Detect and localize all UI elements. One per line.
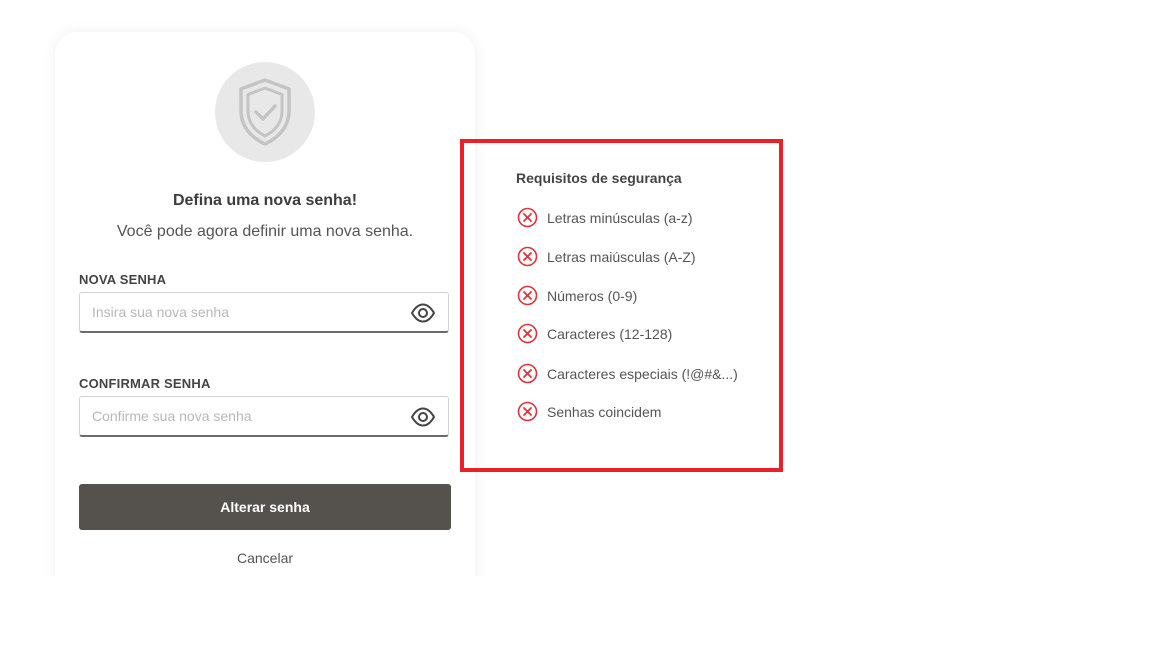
- requirement-label: Caracteres (12-128): [547, 325, 673, 342]
- new-password-field: [79, 292, 449, 333]
- confirm-password-input[interactable]: [92, 397, 392, 435]
- page: Defina uma nova senha! Você pode agora d…: [0, 0, 1152, 648]
- cancel-link[interactable]: Cancelar: [55, 550, 475, 566]
- requirement-item: Números (0-9): [517, 285, 637, 306]
- error-x-icon: [517, 207, 538, 228]
- requirement-item: Letras maiúsculas (A-Z): [517, 246, 696, 267]
- bottom-cutoff: [0, 576, 1152, 648]
- requirement-label: Letras minúsculas (a-z): [547, 209, 693, 226]
- requirement-item: Caracteres especiais (!@#&...): [517, 363, 738, 384]
- error-x-icon: [517, 246, 538, 267]
- error-x-icon: [517, 323, 538, 344]
- eye-icon[interactable]: [410, 302, 436, 324]
- error-x-icon: [517, 363, 538, 384]
- requirement-item: Caracteres (12-128): [517, 323, 672, 344]
- shield-badge: [215, 62, 315, 162]
- requirement-label: Letras maiúsculas (A-Z): [547, 248, 696, 265]
- error-x-icon: [517, 401, 538, 422]
- shield-check-icon: [239, 78, 291, 146]
- requirement-item: Senhas coincidem: [517, 401, 661, 422]
- confirm-password-field: [79, 396, 449, 437]
- confirm-password-label: CONFIRMAR SENHA: [79, 376, 211, 391]
- requirement-item: Letras minúsculas (a-z): [517, 207, 693, 228]
- new-password-label: NOVA SENHA: [79, 272, 167, 287]
- page-title: Defina uma nova senha!: [172, 192, 358, 209]
- requirement-label: Caracteres especiais (!@#&...): [547, 365, 738, 382]
- error-x-icon: [517, 285, 538, 306]
- change-password-button[interactable]: Alterar senha: [79, 484, 451, 530]
- requirements-title: Requisitos de segurança: [516, 170, 682, 186]
- requirement-label: Senhas coincidem: [547, 403, 662, 420]
- requirement-label: Números (0-9): [547, 287, 638, 304]
- reset-password-card: Defina uma nova senha! Você pode agora d…: [55, 32, 475, 612]
- new-password-input[interactable]: [92, 293, 392, 331]
- page-subtitle: Você pode agora definir uma nova senha.: [116, 223, 414, 240]
- eye-icon[interactable]: [410, 406, 436, 428]
- security-requirements-panel: Requisitos de segurança Letras minúscula…: [460, 139, 783, 472]
